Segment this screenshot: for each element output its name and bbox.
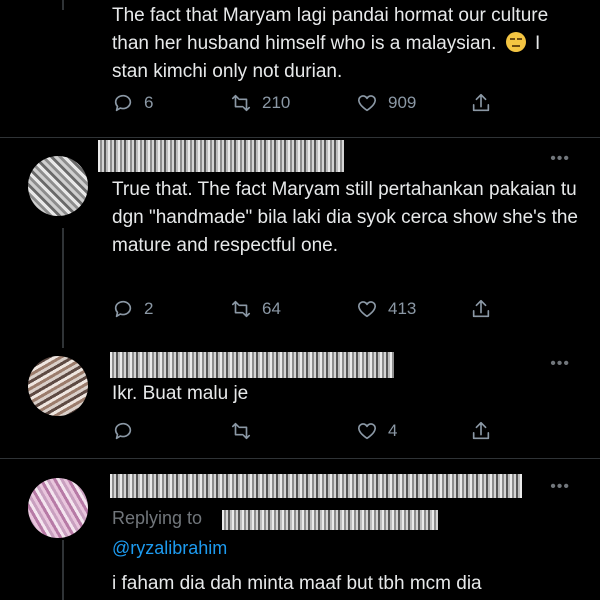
thread-line [62,0,64,10]
like-count: 413 [388,299,417,318]
reply-icon [114,422,132,440]
share-icon [472,421,490,440]
retweet-count: 64 [262,299,281,318]
reply-count: 6 [144,93,154,112]
mention-link[interactable]: @ryzalibrahim [112,538,227,558]
retweet-button[interactable]: 64 [230,296,281,322]
share-icon [472,299,490,318]
divider [0,458,600,459]
redacted-username [110,474,522,498]
mention-line: @ryzalibrahim [112,536,227,560]
reply-button[interactable]: 2 [112,296,153,322]
replying-to-label: Replying to [112,508,203,528]
like-button[interactable]: 413 [356,296,416,322]
more-options-button[interactable]: ••• [550,150,570,168]
avatar[interactable] [28,156,88,216]
share-button[interactable] [470,418,492,444]
share-button[interactable] [470,296,492,322]
reply-button[interactable]: 6 [112,90,153,116]
heart-icon [357,301,377,318]
tweet-text: True that. The fact Maryam still pertaha… [112,179,584,256]
reply-icon [114,94,132,112]
more-options-button[interactable]: ••• [550,355,570,373]
reply-icon [114,300,132,318]
retweet-count: 210 [262,93,291,112]
tweet-text: The fact that Maryam lagi pandai hormat … [112,5,554,82]
divider [0,137,600,138]
retweet-button[interactable] [230,418,262,444]
tweet-text: i faham dia dah minta maaf but tbh mcm d… [112,573,482,594]
retweet-icon [231,300,251,318]
share-button[interactable] [470,90,492,116]
like-button[interactable]: 909 [356,90,416,116]
more-options-button[interactable]: ••• [550,478,570,496]
share-icon [472,93,490,112]
redacted-username [222,510,438,530]
thread-line [62,228,64,348]
retweet-icon [231,422,251,440]
avatar[interactable] [28,356,88,416]
tweet-text: Ikr. Buat malu je [112,383,249,404]
tweet-actions: 6 210 909 [112,90,532,116]
tweet-actions: 2 64 413 [112,296,532,322]
heart-icon [357,423,377,440]
thread-line [62,540,64,600]
retweet-button[interactable]: 210 [230,90,290,116]
like-button[interactable]: 4 [356,418,397,444]
tweet-actions: 4 [112,418,532,444]
avatar[interactable] [28,478,88,538]
retweet-icon [231,94,251,112]
redacted-username [110,352,394,378]
reply-count: 2 [144,299,154,318]
like-count: 4 [388,421,398,440]
expressionless-face-emoji [505,32,526,52]
redacted-username [98,140,344,172]
reply-button[interactable] [112,418,144,444]
replying-to-line: Replying to [112,506,202,530]
heart-icon [357,95,377,112]
like-count: 909 [388,93,417,112]
